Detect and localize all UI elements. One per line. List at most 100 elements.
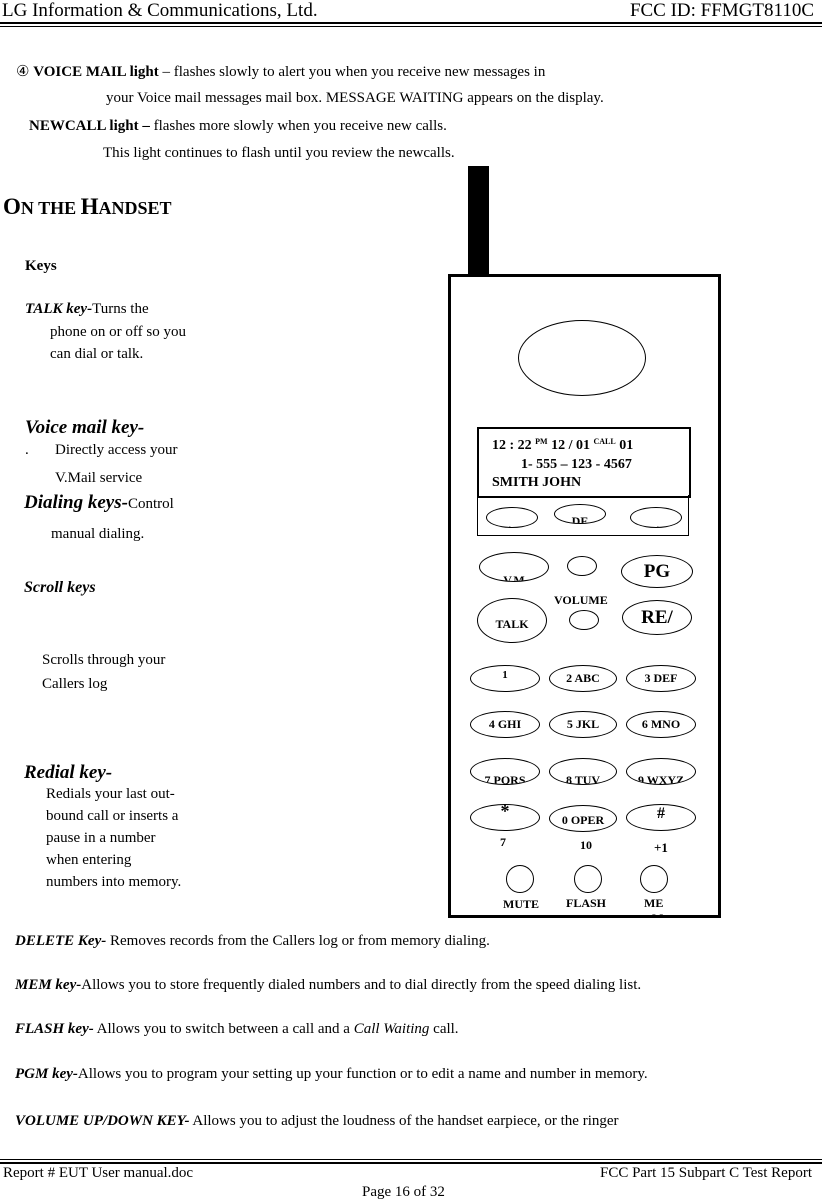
flash-label: FLASH (566, 896, 607, 910)
key-2-label: 2 ABC (566, 671, 600, 685)
scroll-keys-text: Scrolls through your (42, 652, 166, 668)
talk-key-text: Turns the (92, 301, 149, 317)
scroll-keys-title: Scroll keys (24, 579, 96, 596)
key-star[interactable]: * (470, 804, 540, 831)
volume-key-text: Allows you to adjust the loudness of the… (189, 1113, 619, 1129)
dialing-keys-line: Dialing keys-Control (24, 492, 174, 514)
earpiece (518, 320, 646, 396)
redial-button-label: RE/ (641, 606, 673, 628)
mem-key-title: MEM key- (15, 977, 82, 993)
footer-rule (0, 1162, 822, 1164)
flash-key-title: FLASH key- (15, 1021, 94, 1037)
mem-key-text: Allows you to store frequently dialed nu… (81, 977, 642, 993)
voicemail-key-bullet: . (25, 442, 29, 458)
display-call-label: CALL (593, 437, 616, 446)
footer-rule-thin (0, 1159, 822, 1160)
voicemail-key-title: Voice mail key- (25, 417, 145, 438)
header-company: LG Information & Communications, Ltd. (2, 0, 318, 21)
key-7[interactable]: 7 PQRS (470, 758, 540, 785)
arrow-right-icon: → (650, 520, 662, 528)
flash-button[interactable] (574, 865, 602, 893)
delete-key-text: Removes records from the Callers log or … (106, 933, 490, 949)
title-part-n-the: N THE (20, 198, 81, 218)
key-8-label: 8 TUV (565, 773, 601, 785)
delete-key-title: DELETE Key- (15, 933, 107, 949)
key-hash-sublabel: +1 (654, 840, 668, 855)
mute-button[interactable] (506, 865, 534, 893)
talk-key-line: TALK key-Turns the (25, 301, 149, 318)
footer-page-number: Page 16 of 32 (362, 1184, 445, 1200)
redial-key-text-1: Redials your last out- (46, 786, 175, 802)
mem-button[interactable] (640, 865, 668, 893)
voicemail-button[interactable]: V.M (479, 552, 549, 582)
mute-label: MUTE (503, 897, 539, 911)
key-7-label: 7 PQRS (484, 773, 526, 785)
voicemail-key-text-2: V.Mail service (55, 470, 143, 486)
key-3[interactable]: 3 DEF (626, 665, 696, 692)
circled-four-marker: ④ (16, 64, 30, 80)
dialing-keys-title: Dialing keys- (24, 492, 128, 513)
title-part-andset: ANDSET (98, 198, 172, 218)
redial-key-text-4: when entering (46, 852, 132, 868)
voicemail-light-title: VOICE MAIL light (33, 64, 159, 80)
volume-up-button[interactable] (567, 556, 597, 576)
scroll-right-button[interactable]: → (630, 507, 682, 528)
arrow-left-icon: ← (506, 520, 518, 528)
key-hash[interactable]: # (626, 804, 696, 831)
delete-button[interactable]: DE (554, 504, 606, 524)
redial-key-text-2: bound call or inserts a (46, 808, 179, 824)
key-2[interactable]: 2 ABC (549, 665, 617, 692)
talk-key-text-2: phone on or off so you (50, 324, 186, 340)
key-star-label: * (500, 804, 510, 821)
dialing-keys-text: Control (127, 496, 174, 512)
newcall-light-line: NEWCALL light – flashes more slowly when… (29, 118, 447, 135)
section-title: ON THE HANDSET (3, 194, 172, 220)
scroll-keys-text-2: Callers log (42, 676, 108, 692)
redial-key-text-5: numbers into memory. (46, 874, 182, 890)
redial-key-text-3: pause in a number (46, 830, 156, 846)
keys-heading: Keys (25, 258, 57, 274)
key-0[interactable]: 0 OPER (549, 805, 617, 832)
voicemail-button-label: V.M (503, 573, 525, 582)
key-6[interactable]: 6 MNO (626, 711, 696, 738)
newcall-light-text-2: This light continues to flash until you … (103, 145, 455, 161)
delete-key-description: DELETE Key- Removes records from the Cal… (15, 933, 490, 950)
display-ampm: PM (535, 437, 548, 446)
key-8[interactable]: 8 TUV (549, 758, 617, 785)
display-status-line: 12 : 22 PM 12 / 01 CALL 01 (492, 437, 633, 454)
key-9[interactable]: 9 WXYZ (626, 758, 696, 785)
delete-button-label: DE (571, 514, 589, 524)
flash-key-text: Allows you to switch between a call and … (93, 1021, 354, 1037)
talk-key-title: TALK key- (25, 301, 93, 317)
dialing-keys-text-2: manual dialing. (51, 526, 145, 542)
key-5-label: 5 JKL (566, 717, 600, 731)
header-rule (0, 22, 822, 24)
key-1-label: 1 (502, 669, 508, 681)
header-fcc-id: FCC ID: FFMGT8110C (629, 0, 814, 21)
handset-display: 12 : 22 PM 12 / 01 CALL 01 1- 555 – 123 … (477, 427, 691, 498)
title-letter-o: O (3, 194, 21, 219)
key-5[interactable]: 5 JKL (549, 711, 617, 738)
pgm-button[interactable]: PG (621, 555, 693, 588)
pgm-button-label: PG (643, 560, 671, 582)
flash-key-description: FLASH key- Allows you to switch between … (15, 1021, 459, 1038)
flash-key-call-waiting: Call Waiting (353, 1021, 430, 1037)
key-4-label: 4 GHI (488, 717, 522, 731)
volume-label: VOLUME (554, 593, 608, 607)
mem-key-description: MEM key-Allows you to store frequently d… (15, 977, 641, 994)
talk-button[interactable]: TALK (477, 598, 547, 643)
display-date: 12 / 01 (547, 438, 594, 453)
scroll-left-button[interactable]: ← (486, 507, 538, 528)
key-3-label: 3 DEF (644, 671, 678, 685)
redial-button[interactable]: RE/ (622, 600, 692, 635)
key-0-label: 0 OPER (561, 813, 605, 827)
newcall-light-title: NEWCALL light – (29, 118, 150, 134)
voicemail-key-text: Directly access your (55, 442, 178, 458)
pgm-key-text: Allows you to program your setting up yo… (77, 1066, 648, 1082)
key-1[interactable]: 1 (470, 665, 540, 692)
key-4[interactable]: 4 GHI (470, 711, 540, 738)
display-name: SMITH JOHN (492, 475, 582, 490)
volume-down-button[interactable] (569, 610, 599, 630)
key-6-label: 6 MNO (641, 717, 681, 731)
volume-key-title: VOLUME UP/DOWN KEY- (15, 1113, 190, 1129)
